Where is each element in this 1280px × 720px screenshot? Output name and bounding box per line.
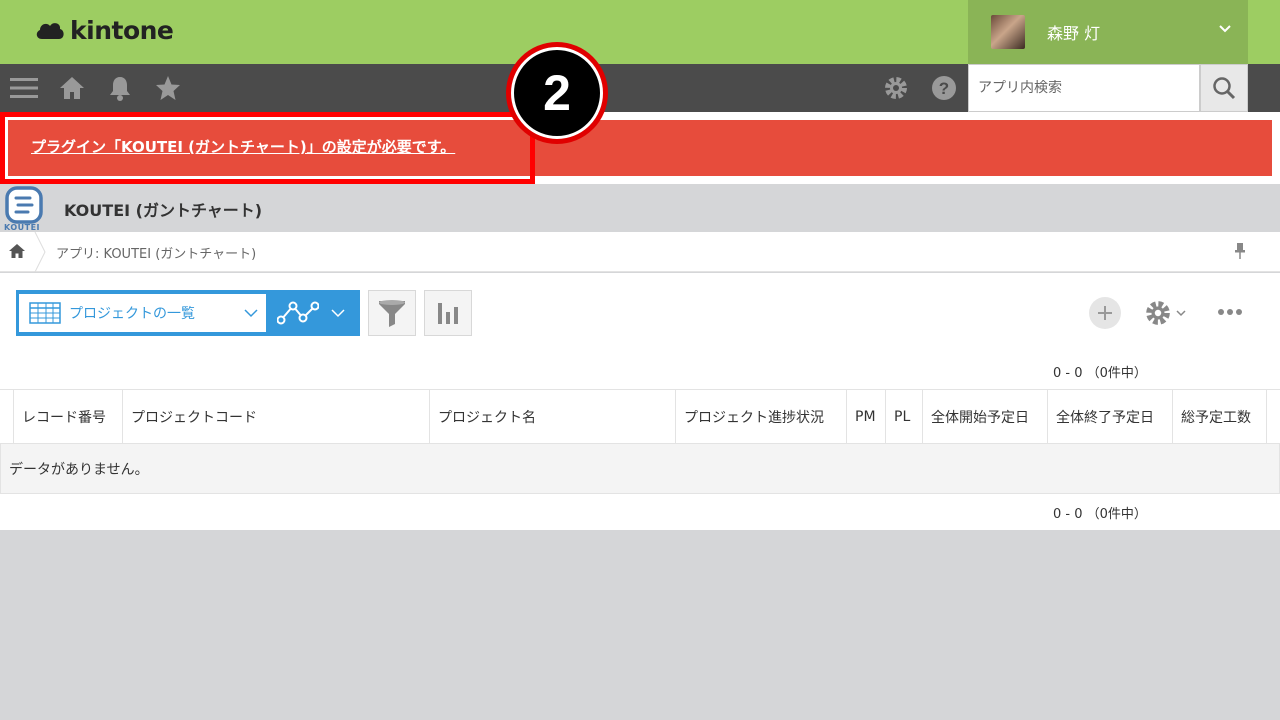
- user-menu[interactable]: 森野 灯: [968, 0, 1248, 64]
- bell-icon[interactable]: [106, 74, 134, 102]
- column-header[interactable]: 全体開始予定日: [922, 389, 1048, 444]
- annotation-highlight-box: [0, 112, 535, 184]
- add-record-button[interactable]: [1089, 297, 1121, 329]
- column-header[interactable]: 全体終了予定日: [1047, 389, 1173, 444]
- gear-icon: [1146, 301, 1170, 325]
- star-icon[interactable]: [154, 74, 182, 102]
- kintone-logo[interactable]: kintone: [34, 16, 174, 45]
- column-header[interactable]: レコード番号: [13, 389, 123, 444]
- more-options-icon[interactable]: [1218, 309, 1245, 315]
- chevron-down-icon: [1176, 310, 1186, 317]
- cloud-logo-icon: [36, 22, 64, 39]
- help-icon[interactable]: ?: [930, 74, 958, 102]
- app-search-box: [968, 64, 1200, 112]
- app-icon-caption: KOUTEI: [4, 223, 41, 232]
- search-icon: [1213, 77, 1236, 100]
- app-settings-button[interactable]: [1144, 299, 1186, 327]
- top-header: kintone 森野 灯: [0, 0, 1280, 64]
- pagination-info-bottom: 0 - 0 （0件中）: [1053, 507, 1147, 522]
- pagination-info-top: 0 - 0 （0件中）: [1053, 366, 1147, 381]
- gear-icon[interactable]: [882, 74, 910, 102]
- view-name: プロジェクトの一覧: [69, 306, 195, 322]
- user-name: 森野 灯: [1047, 24, 1101, 43]
- empty-table-message: データがありません。: [0, 444, 1280, 494]
- breadcrumb-separator: [34, 232, 46, 272]
- search-button[interactable]: [1200, 64, 1248, 112]
- avatar: [991, 15, 1025, 49]
- chevron-down-icon: [244, 309, 258, 318]
- column-header[interactable]: 総予定工数: [1172, 389, 1267, 444]
- home-icon[interactable]: [8, 243, 26, 259]
- filter-button[interactable]: [368, 290, 416, 336]
- svg-text:?: ?: [939, 79, 949, 98]
- bar-chart-icon: [438, 303, 458, 324]
- brand-name: kintone: [70, 16, 174, 45]
- step-number: 2: [511, 47, 603, 139]
- table-view-icon: [29, 302, 61, 324]
- menu-icon[interactable]: [10, 74, 38, 102]
- app-title: KOUTEI (ガントチャート): [64, 201, 263, 220]
- graph-button[interactable]: [424, 290, 472, 336]
- line-graph-icon: [277, 301, 319, 325]
- chevron-down-icon: [1219, 25, 1231, 33]
- filter-icon: [379, 300, 405, 327]
- chevron-down-icon: [331, 309, 345, 318]
- column-header[interactable]: プロジェクト進捗状況: [675, 389, 847, 444]
- column-header[interactable]: PM: [846, 389, 886, 444]
- column-header[interactable]: PL: [885, 389, 923, 444]
- pin-icon[interactable]: [1232, 242, 1248, 260]
- graph-selector-button[interactable]: [268, 290, 360, 336]
- home-icon[interactable]: [58, 74, 86, 102]
- breadcrumb-app-link[interactable]: アプリ: KOUTEI (ガントチャート): [56, 243, 256, 262]
- step-number-badge: 2: [506, 42, 608, 144]
- column-header[interactable]: プロジェクト名: [429, 389, 676, 444]
- search-input[interactable]: [978, 80, 1188, 96]
- view-selector[interactable]: プロジェクトの一覧: [19, 294, 266, 332]
- plus-icon: [1098, 306, 1112, 320]
- column-header[interactable]: プロジェクトコード: [122, 389, 429, 444]
